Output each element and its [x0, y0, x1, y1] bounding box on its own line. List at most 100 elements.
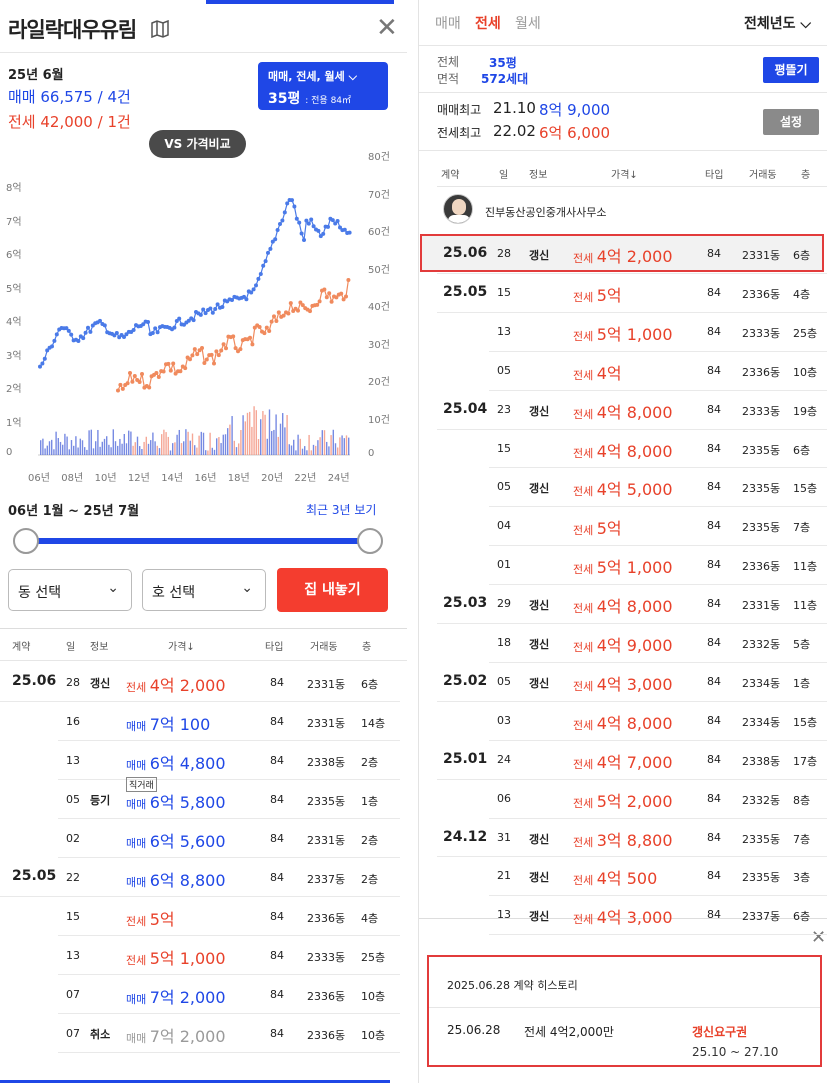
jeonse-point	[248, 335, 252, 340]
table-row[interactable]: 25.06 28 갱신 전세 4억 2,000 84 2331동 6층	[0, 663, 400, 702]
jeonse-point	[238, 347, 243, 352]
table-header-cell[interactable]: 일	[499, 166, 508, 181]
jeonse-point	[250, 342, 255, 347]
tab-sale[interactable]: 매매	[435, 13, 461, 33]
sell-home-button[interactable]: 집 내놓기	[277, 568, 388, 612]
table-row[interactable]: 02 매매 6억 5,600 84 2331동 2층	[0, 819, 400, 858]
recent-3y-link[interactable]: 최근 3년 보기	[306, 501, 376, 518]
row-dong: 2336동	[307, 990, 346, 1003]
table-row[interactable]: 05 등기 직거래 매매 6억 5,800 84 2335동 1층	[0, 777, 400, 819]
row-price-value: 6억 4,800	[149, 754, 226, 773]
row-info: 갱신	[529, 871, 550, 885]
table-row[interactable]: 06 전세 5억 2,000 84 2332동 8층	[419, 780, 827, 819]
range-slider-track[interactable]	[26, 538, 370, 544]
table-row[interactable]: 07 매매 7억 2,000 84 2336동 10층	[0, 975, 400, 1014]
dong-select[interactable]: 동 선택 ⌄	[8, 569, 132, 611]
map-icon[interactable]	[150, 20, 170, 38]
table-header-cell[interactable]: 거래동	[310, 638, 338, 653]
row-floor: 25층	[361, 951, 386, 964]
filter-button[interactable]: 매매, 전세, 월세 ⌵ 35평 : 전용 84㎡	[258, 62, 388, 110]
sale-point	[198, 312, 203, 317]
volume-bar	[75, 436, 77, 455]
tab-jeonse[interactable]: 전세	[475, 13, 501, 33]
table-row[interactable]: 03 전세 4억 8,000 84 2334동 15층	[419, 702, 827, 741]
tab-monthly[interactable]: 월세	[515, 13, 541, 33]
row-day: 13	[497, 324, 511, 338]
table-header-cell[interactable]: 층	[362, 638, 371, 653]
table-header-cell[interactable]: 일	[66, 638, 75, 653]
table-header-cell[interactable]: 정보	[529, 166, 547, 181]
volume-bar	[106, 436, 108, 455]
sale-point	[263, 259, 268, 264]
table-header-cell[interactable]: 정보	[90, 638, 108, 653]
y-axis-tick: 60건	[368, 227, 390, 238]
table-row[interactable]: 15 전세 4억 8,000 84 2335동 6층	[419, 430, 827, 469]
table-row[interactable]: 21 갱신 전세 4억 500 84 2335동 3층	[419, 857, 827, 896]
row-floor: 19층	[793, 404, 818, 418]
table-row[interactable]: 25.02 05 갱신 전세 4억 3,000 84 2334동 1층	[419, 663, 827, 702]
range-slider-start-handle[interactable]	[13, 528, 39, 554]
volume-bar	[299, 438, 301, 455]
volume-bar	[70, 440, 73, 455]
close-icon[interactable]: ✕	[376, 15, 398, 41]
sale-point	[292, 204, 297, 209]
jeonse-max-label: 전세최고	[437, 126, 482, 140]
table-header-cell[interactable]: 계약	[441, 166, 459, 181]
row-dong: 2337동	[742, 910, 781, 924]
jeonse-point	[272, 314, 276, 319]
jeonse-point	[219, 348, 224, 353]
table-header-cell[interactable]: 타입	[705, 166, 723, 181]
row-price: 전세 4억 8,000	[573, 399, 673, 423]
row-price-value: 4억 5,000	[596, 480, 673, 500]
ho-select[interactable]: 호 선택 ⌄	[142, 569, 266, 611]
table-header-cell[interactable]: 거래동	[749, 166, 777, 181]
jeonse-point	[286, 311, 291, 316]
table-row[interactable]: 25.03 29 갱신 전세 4억 8,000 84 2331동 11층	[419, 585, 827, 624]
table-row[interactable]: 05 전세 4억 84 2336동 10층	[419, 352, 827, 391]
row-price: 전세 4억 2,000	[126, 672, 226, 696]
table-row[interactable]: 05 갱신 전세 4억 5,000 84 2335동 15층	[419, 468, 827, 507]
sale-point	[191, 318, 196, 323]
table-row[interactable]: 13 전세 5억 1,000 84 2333동 25층	[419, 313, 827, 352]
table-row[interactable]: 07 취소 매매 7억 2,000 84 2336동 10층	[0, 1014, 400, 1053]
table-row[interactable]: 18 갱신 전세 4억 9,000 84 2332동 5층	[419, 624, 827, 663]
table-row[interactable]: 04 전세 5억 84 2335동 7층	[419, 507, 827, 546]
table-row[interactable]: 15 전세 5억 84 2336동 4층	[0, 897, 400, 936]
row-day: 05	[66, 793, 80, 806]
table-header-cell[interactable]: 층	[801, 166, 810, 181]
row-day: 13	[66, 754, 80, 767]
sale-point	[254, 283, 258, 288]
range-slider-end-handle[interactable]	[357, 528, 383, 554]
row-day: 16	[66, 715, 80, 728]
row-price: 전세 4억 3,000	[573, 904, 673, 928]
year-select[interactable]: 전체년도 ⌵	[744, 13, 811, 33]
jeonse-point	[154, 370, 159, 375]
sale-point	[66, 328, 71, 333]
settings-button[interactable]: 설정	[763, 109, 819, 135]
table-row[interactable]: 25.01 24 전세 4억 7,000 84 2338동 17층	[419, 741, 827, 780]
table-header-cell[interactable]: 계약	[12, 638, 30, 653]
table-row[interactable]: 13 갱신 전세 4억 3,000 84 2337동 6층	[419, 896, 827, 935]
row-kind: 전세	[573, 407, 597, 421]
table-row[interactable]: 25.04 23 갱신 전세 4억 8,000 84 2333동 19층	[419, 391, 827, 430]
jeonse-point	[188, 357, 192, 362]
table-row[interactable]: 25.06 28 갱신 전세 4억 2,000 84 2331동 6층	[419, 235, 827, 274]
row-dong: 2335동	[742, 482, 781, 496]
table-row[interactable]: 16 매매 7억 100 84 2331동 14층	[0, 702, 400, 741]
row-dong: 2336동	[742, 287, 781, 301]
jeonse-point	[257, 324, 262, 329]
table-row[interactable]: 13 매매 6억 4,800 84 2338동 2층	[0, 741, 400, 780]
sale-point	[102, 323, 107, 328]
pyeong-button[interactable]: 평뜰기	[763, 57, 819, 83]
table-header-cell[interactable]: 가격↓	[168, 638, 195, 653]
table-row[interactable]: 13 전세 5억 1,000 84 2333동 25층	[0, 936, 400, 975]
agent-name[interactable]: 진부동산공인중개사사무소	[485, 204, 606, 220]
row-kind: 전세	[573, 252, 597, 265]
table-row[interactable]: 25.05 22 매매 6억 8,800 84 2337동 2층	[0, 858, 400, 897]
table-header-cell[interactable]: 타입	[265, 638, 283, 653]
volume-bar	[128, 430, 130, 455]
table-row[interactable]: 01 전세 5억 1,000 84 2336동 11층	[419, 546, 827, 585]
table-row[interactable]: 25.05 15 전세 5억 84 2336동 4층	[419, 274, 827, 313]
table-row[interactable]: 24.12 31 갱신 전세 3억 8,800 84 2335동 7층	[419, 819, 827, 858]
table-header-cell[interactable]: 가격↓	[611, 166, 638, 181]
